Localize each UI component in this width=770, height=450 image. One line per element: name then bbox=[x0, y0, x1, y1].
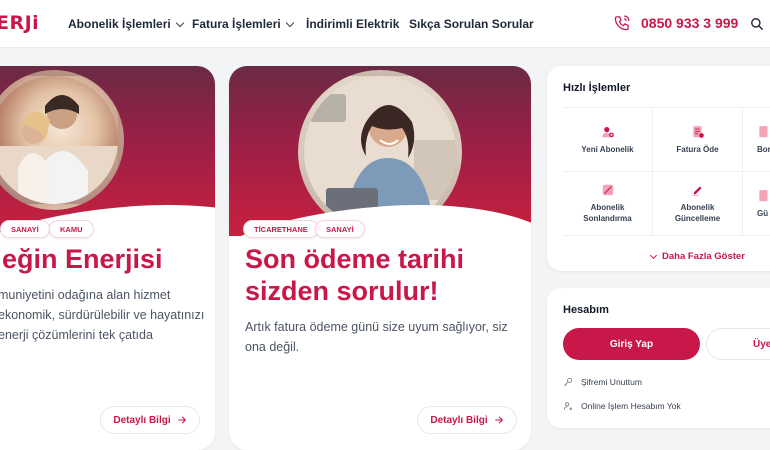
quick-action-update[interactable]: Abonelik Güncelleme bbox=[653, 172, 743, 236]
title-line: Son ödeme tarihi bbox=[245, 244, 465, 274]
nav-item-abonelik[interactable]: Abonelik İşlemleri bbox=[68, 0, 184, 48]
button-label: Detaylı Bilgi bbox=[430, 414, 488, 426]
quick-action-pay-bill[interactable]: Fatura Öde bbox=[653, 108, 743, 172]
quick-actions-panel: Hızlı İşlemler Yeni Abonelik Fatura Öde … bbox=[547, 66, 770, 271]
brand-logo[interactable]: ERJi bbox=[0, 12, 39, 34]
nav-label: Fatura İşlemleri bbox=[192, 17, 281, 31]
register-button[interactable]: Üye bbox=[706, 328, 770, 360]
button-label: Detaylı Bilgi bbox=[113, 414, 171, 426]
phone-link[interactable]: 0850 933 3 999 bbox=[614, 14, 738, 31]
forgot-password-link[interactable]: Şifremi Unuttum bbox=[563, 377, 642, 387]
quick-action-label: Abonelik Güncelleme bbox=[674, 203, 721, 223]
promo-card-payment: TİCARETHANE SANAYİ Son ödeme tarihi sizd… bbox=[229, 66, 531, 450]
login-button[interactable]: Giriş Yap bbox=[563, 328, 700, 360]
arrow-right-icon bbox=[494, 416, 503, 424]
title-line: sizden sorulur! bbox=[245, 276, 439, 306]
family-illustration bbox=[0, 95, 118, 204]
nav-label: İndirimli Elektrik bbox=[306, 17, 400, 31]
desc-line: ona değil. bbox=[245, 340, 300, 354]
nav-label: Abonelik İşlemleri bbox=[68, 17, 171, 31]
quick-action-label: Bor bbox=[757, 144, 770, 154]
cancel-subscription-icon bbox=[602, 184, 613, 196]
nav-item-fatura[interactable]: Fatura İşlemleri bbox=[192, 0, 294, 48]
document-icon bbox=[759, 189, 768, 201]
promo-card-energy: SANAYİ KAMU eğin Enerjisi muniyetini oda… bbox=[0, 66, 215, 450]
nav-label: Sıkça Sorulan Sorular bbox=[409, 17, 534, 31]
card-tag: KAMU bbox=[49, 220, 94, 238]
quick-action-label: Fatura Öde bbox=[676, 144, 719, 154]
desc-line: enerji çözümlerini tek çatıda bbox=[0, 328, 153, 342]
card-description: muniyetini odağına alan hizmet ekonomik,… bbox=[0, 285, 215, 345]
quick-action-label: Yeni Abonelik bbox=[581, 144, 634, 154]
detail-button[interactable]: Detaylı Bilgi bbox=[417, 406, 517, 434]
user-icon bbox=[563, 402, 573, 411]
card-title: Son ödeme tarihi sizden sorulur! bbox=[245, 243, 464, 307]
site-header: ERJi Abonelik İşlemleri Fatura İşlemleri… bbox=[0, 0, 770, 48]
panel-title: Hızlı İşlemler bbox=[563, 82, 631, 94]
card-tag: SANAYİ bbox=[0, 220, 50, 238]
nav-item-sss[interactable]: Sıkça Sorulan Sorular bbox=[409, 0, 534, 48]
phone-icon bbox=[614, 15, 630, 31]
show-more-link[interactable]: Daha Fazla Göster bbox=[649, 251, 745, 262]
search-button[interactable] bbox=[750, 17, 764, 36]
show-more-label: Daha Fazla Göster bbox=[662, 251, 745, 262]
quick-action-debt[interactable]: Bor bbox=[743, 108, 770, 172]
no-account-link[interactable]: Online İşlem Hesabım Yok bbox=[563, 401, 681, 411]
user-add-icon bbox=[601, 126, 614, 137]
quick-action-label: Abonelik Sonlandırma bbox=[583, 203, 632, 223]
desc-line: muniyetini odağına alan hizmet bbox=[0, 288, 171, 302]
quick-action-label: Gü bbox=[757, 208, 769, 218]
quick-action-terminate[interactable]: Abonelik Sonlandırma bbox=[563, 172, 653, 236]
account-panel: Hesabım Giriş Yap Üye Şifremi Unuttum On… bbox=[547, 288, 770, 428]
invoice-icon bbox=[692, 125, 704, 138]
quick-action-other[interactable]: Gü bbox=[743, 172, 770, 236]
arrow-right-icon bbox=[177, 416, 186, 424]
detail-button[interactable]: Detaylı Bilgi bbox=[100, 406, 200, 434]
chevron-down-icon bbox=[175, 18, 184, 27]
edit-icon bbox=[692, 186, 701, 196]
quick-actions-grid: Yeni Abonelik Fatura Öde Bor Abonelik So… bbox=[563, 107, 770, 236]
panel-title: Hesabım bbox=[563, 304, 609, 316]
card-tag: SANAYİ bbox=[315, 220, 365, 238]
phone-number: 0850 933 3 999 bbox=[641, 14, 739, 31]
search-icon bbox=[751, 18, 763, 30]
document-icon bbox=[759, 125, 768, 137]
card-tag: TİCARETHANE bbox=[243, 220, 319, 238]
link-label: Şifremi Unuttum bbox=[581, 377, 642, 387]
desc-line: ekonomik, sürdürülebilir ve hayatınızı bbox=[0, 308, 205, 322]
nav-item-indirimli[interactable]: İndirimli Elektrik bbox=[306, 0, 399, 48]
chevron-down-icon bbox=[649, 251, 658, 259]
quick-action-new-subscription[interactable]: Yeni Abonelik bbox=[563, 108, 653, 172]
desc-line: Artık fatura ödeme günü size uyum sağlıy… bbox=[245, 320, 508, 334]
card-title: eğin Enerjisi bbox=[2, 244, 163, 274]
key-icon bbox=[563, 377, 573, 387]
card-description: Artık fatura ödeme günü size uyum sağlıy… bbox=[245, 317, 521, 357]
chevron-down-icon bbox=[285, 18, 294, 27]
link-label: Online İşlem Hesabım Yok bbox=[581, 401, 681, 411]
